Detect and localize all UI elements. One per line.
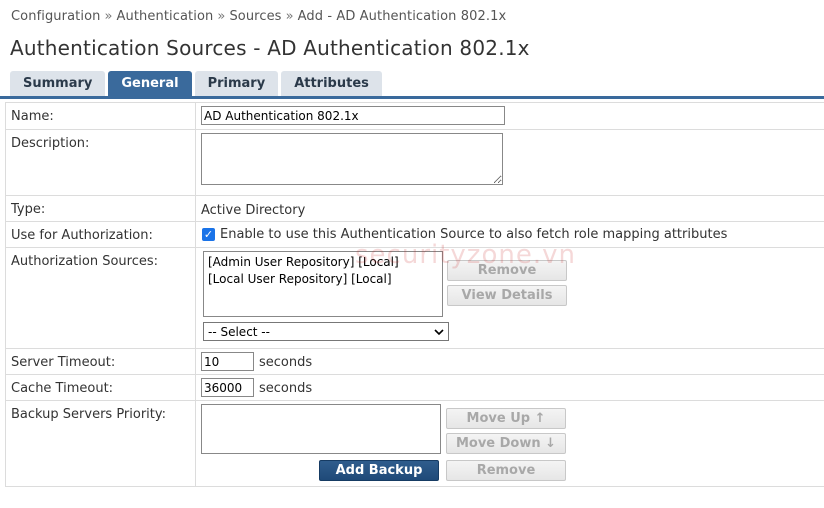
server-timeout-label: Server Timeout: (6, 349, 196, 374)
tab-bar: Summary General Primary Attributes (10, 71, 385, 96)
tab-primary[interactable]: Primary (194, 71, 279, 96)
general-form: Name: Description: Type: Active Director… (5, 102, 824, 487)
tab-attributes[interactable]: Attributes (281, 71, 382, 96)
use-for-authorization-label: Use for Authorization: (6, 222, 196, 247)
authorization-sources-list[interactable]: [Admin User Repository] [Local] [Local U… (203, 251, 443, 317)
description-label: Description: (6, 130, 196, 195)
breadcrumb-item-sources[interactable]: Sources (229, 9, 281, 24)
view-details-button[interactable]: View Details (447, 285, 567, 306)
breadcrumb-item-current: Add - AD Authentication 802.1x (297, 9, 507, 24)
type-row: Type: Active Directory (6, 196, 824, 222)
use-for-authorization-row: Use for Authorization: ✓ Enable to use t… (6, 222, 824, 248)
backup-servers-row: Backup Servers Priority: Move Up ↑ Move … (6, 401, 824, 487)
cache-timeout-input[interactable] (201, 378, 254, 397)
tab-underline (0, 96, 824, 99)
backup-servers-label: Backup Servers Priority: (6, 401, 196, 486)
server-timeout-unit: seconds (259, 354, 313, 370)
cache-timeout-unit: seconds (259, 380, 313, 396)
cache-timeout-row: Cache Timeout: seconds (6, 375, 824, 401)
server-timeout-input[interactable] (201, 352, 254, 371)
remove-source-button[interactable]: Remove (447, 260, 567, 281)
breadcrumb-item-configuration[interactable]: Configuration (11, 9, 100, 24)
description-textarea[interactable] (201, 133, 503, 185)
authorization-source-select[interactable]: -- Select -- (203, 322, 449, 341)
list-item[interactable]: [Local User Repository] [Local] (208, 271, 438, 288)
breadcrumb-separator: » (285, 9, 294, 24)
chevron-down-icon (434, 325, 444, 339)
page-title: Authentication Sources - AD Authenticati… (10, 36, 530, 60)
remove-backup-button[interactable]: Remove (446, 460, 566, 481)
tab-general[interactable]: General (108, 71, 192, 96)
name-label: Name: (6, 103, 196, 129)
breadcrumb-separator: » (217, 9, 226, 24)
cache-timeout-label: Cache Timeout: (6, 375, 196, 400)
breadcrumb-item-authentication[interactable]: Authentication (117, 9, 214, 24)
description-row: Description: (6, 130, 824, 196)
move-up-button[interactable]: Move Up ↑ (446, 408, 566, 429)
breadcrumb: Configuration» Authentication» Sources» Add… (11, 9, 506, 24)
backup-servers-list[interactable] (201, 404, 441, 454)
authorization-checkbox[interactable]: ✓ (202, 228, 215, 241)
authorization-checkbox-text: Enable to use this Authentication Source… (220, 227, 728, 242)
add-backup-button[interactable]: Add Backup (319, 460, 439, 481)
authorization-sources-row: Authorization Sources: [Admin User Repos… (6, 248, 824, 349)
tab-summary[interactable]: Summary (10, 71, 106, 96)
name-input[interactable] (201, 106, 505, 125)
list-item[interactable]: [Admin User Repository] [Local] (208, 254, 438, 271)
authorization-sources-label: Authorization Sources: (6, 248, 196, 348)
server-timeout-row: Server Timeout: seconds (6, 349, 824, 375)
type-label: Type: (6, 196, 196, 221)
type-value: Active Directory (201, 203, 306, 218)
move-down-button[interactable]: Move Down ↓ (446, 433, 566, 454)
breadcrumb-separator: » (104, 9, 113, 24)
name-row: Name: (6, 103, 824, 130)
select-value: -- Select -- (208, 324, 270, 339)
